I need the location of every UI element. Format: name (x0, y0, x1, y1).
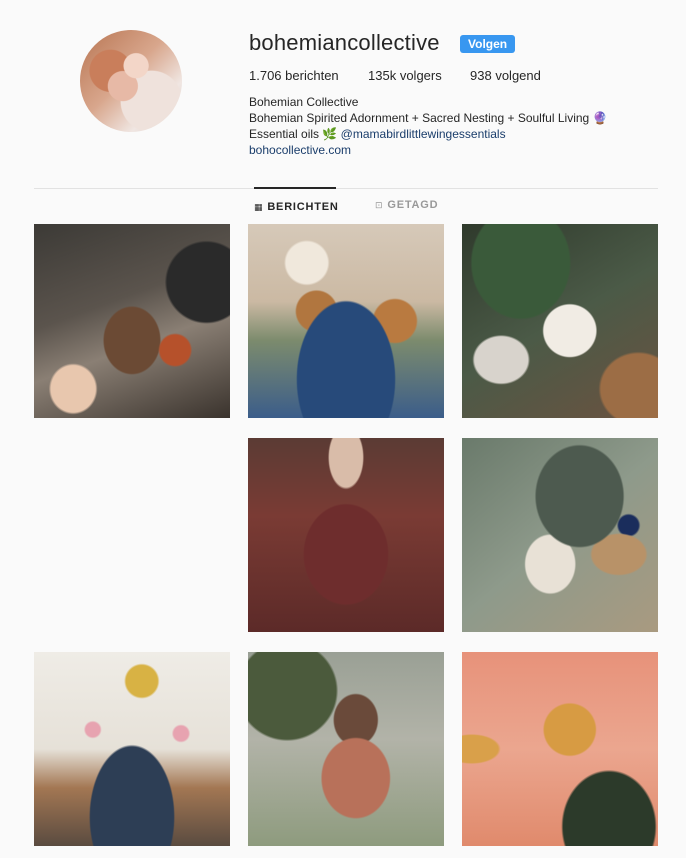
bio-line-1: Bohemian Spirited Adornment + Sacred Nes… (249, 110, 669, 126)
tab-tagged-label: GETAGD (387, 199, 439, 211)
tab-tagged[interactable]: ⊡ GETAGD (375, 187, 445, 217)
post-tile[interactable] (462, 652, 658, 846)
follow-button[interactable]: Volgen (460, 35, 516, 53)
bio-line-2: Essential oils 🌿 @mamabirdlittlewingesse… (249, 126, 669, 142)
tab-posts-label: BERICHTEN (267, 201, 339, 213)
bio-mention-link[interactable]: @mamabirdlittlewingessentials (341, 127, 506, 141)
tab-posts[interactable]: ▦ BERICHTEN (254, 187, 339, 219)
tabs-divider (34, 188, 658, 189)
grid-icon: ▦ (254, 202, 264, 212)
profile-username: bohemiancollective (249, 30, 440, 55)
followers-number[interactable]: 135k (368, 68, 396, 83)
post-tile[interactable] (248, 652, 444, 846)
post-tile[interactable] (34, 438, 230, 632)
posts-count: 1.706 berichten (249, 68, 339, 83)
following-count[interactable]: 938 volgend (470, 68, 541, 83)
following-number[interactable]: 938 (470, 68, 492, 83)
bio-name: Bohemian Collective (249, 95, 359, 109)
post-tile[interactable] (34, 224, 230, 418)
crystal-ball-icon: 🔮 (592, 111, 608, 125)
post-tile[interactable] (248, 224, 444, 418)
following-label[interactable]: volgend (495, 68, 541, 83)
posts-number: 1.706 (249, 68, 282, 83)
post-tile[interactable] (248, 438, 444, 632)
profile-bio: Bohemian Collective Bohemian Spirited Ad… (249, 94, 669, 158)
post-tile[interactable] (462, 224, 658, 418)
followers-count[interactable]: 135k volgers (368, 68, 442, 83)
bio-line-1-text: Bohemian Spirited Adornment + Sacred Nes… (249, 111, 590, 125)
profile-avatar[interactable] (80, 30, 182, 132)
tag-icon: ⊡ (375, 200, 384, 210)
herb-icon: 🌿 (322, 127, 338, 141)
bio-website-link[interactable]: bohocollective.com (249, 142, 669, 158)
post-tile[interactable] (34, 652, 230, 846)
post-tile[interactable] (462, 438, 658, 632)
followers-label[interactable]: volgers (400, 68, 442, 83)
posts-label: berichten (285, 68, 339, 83)
bio-line-2-text: Essential oils (249, 127, 320, 141)
